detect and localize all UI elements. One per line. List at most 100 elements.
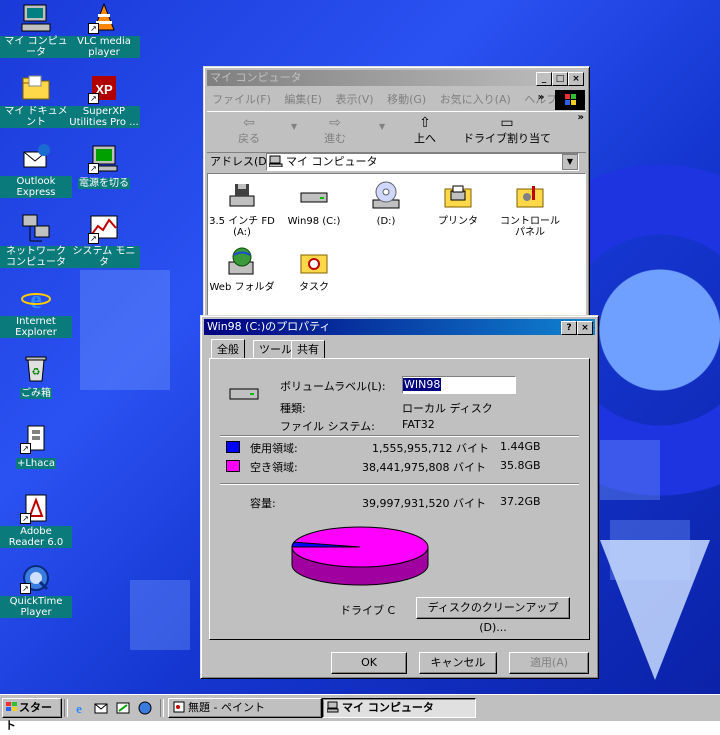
forward-button[interactable]: ⇨ 進む [315, 116, 355, 146]
item-label: プリンタ [438, 216, 478, 227]
task-folder-icon [298, 246, 330, 278]
tab-sharing[interactable]: 共有 [291, 340, 325, 358]
hard-drive-icon [298, 180, 330, 212]
help-button[interactable]: ? [561, 321, 577, 335]
desktop-icon-superxp[interactable]: XP ↗ SuperXP Utilities Pro ... [68, 72, 140, 128]
volume-label-input[interactable]: WIN98 [402, 376, 516, 394]
menu-edit[interactable]: 編集(E) [284, 93, 322, 106]
forward-arrow-icon: ⇨ [329, 115, 341, 131]
quicklaunch-channels-icon[interactable] [138, 701, 152, 715]
minimize-button[interactable]: _ [536, 72, 552, 86]
desktop-icon-label: VLC media player [68, 36, 140, 58]
desktop-icon-outlook[interactable]: Outlook Express [0, 142, 72, 198]
windows-flag-icon [5, 701, 19, 713]
tab-general[interactable]: 全般 [211, 339, 245, 359]
control-panel-folder[interactable]: コントロール パネル [494, 180, 566, 238]
menu-view[interactable]: 表示(V) [335, 93, 373, 106]
menu-favorites[interactable]: お気に入り(A) [440, 93, 511, 106]
desktop-icon-ie[interactable]: e Internet Explorer [0, 282, 72, 338]
bg-square [600, 440, 660, 500]
lhaca-icon: ↗ [20, 422, 52, 454]
explorer-content: 3.5 インチ FD (A:) Win98 (C:) (D:) プリンタ コント… [207, 173, 586, 326]
desktop-icon-shutdown[interactable]: ↗ 電源を切る [68, 142, 140, 189]
menu-file[interactable]: ファイル(F) [212, 93, 271, 106]
type-caption: 種類: [280, 402, 306, 415]
task-button-paint[interactable]: 無題 - ペイント [168, 698, 322, 718]
start-button[interactable]: スタート [2, 698, 62, 732]
tasks-folder[interactable]: タスク [278, 246, 350, 293]
desktop-icon-my-documents[interactable]: マイ ドキュメント [0, 72, 72, 128]
svg-text:♻: ♻ [32, 367, 41, 378]
task-button-my-computer[interactable]: マイ コンピュータ [322, 698, 476, 718]
address-value: マイ コンピュータ [286, 155, 378, 168]
capacity-caption: 容量: [250, 497, 276, 510]
ok-button[interactable]: OK [331, 652, 407, 674]
properties-titlebar[interactable]: Win98 (C:)のプロパティ ? × [204, 319, 595, 335]
web-folders[interactable]: Web フォルダ [206, 246, 278, 293]
shortcut-arrow-icon: ↗ [88, 23, 99, 34]
cancel-button[interactable]: キャンセル [419, 652, 497, 674]
used-gb: 1.44GB [500, 440, 541, 453]
filesystem-caption: ファイル システム: [280, 420, 375, 433]
back-dropdown-icon[interactable]: ▼ [291, 122, 297, 131]
printers-folder[interactable]: プリンタ [422, 180, 494, 227]
explorer-titlebar[interactable]: マイ コンピュータ _ □ × [207, 70, 586, 86]
desktop-icon-my-computer[interactable]: マイ コンピュータ [0, 2, 72, 58]
bg-v-logo [600, 540, 710, 680]
volume-label-caption: ボリュームラベル(L): [280, 380, 386, 393]
back-button[interactable]: ⇦ 戻る [229, 116, 269, 146]
explorer-window[interactable]: マイ コンピュータ _ □ × ファイル(F) 編集(E) 表示(V) 移動(G… [203, 66, 590, 330]
back-arrow-icon: ⇦ [243, 115, 255, 131]
map-drive-button[interactable]: ▭ ドライブ割り当て [459, 116, 555, 146]
desktop-icon-system-monitor[interactable]: ↗ システム モニタ [68, 212, 140, 268]
desktop-icon-lhaca[interactable]: ↗ +Lhaca [0, 422, 72, 469]
taskbar-divider [160, 699, 164, 717]
close-button[interactable]: × [568, 72, 584, 86]
quicklaunch-desktop-icon[interactable] [116, 701, 130, 715]
up-button[interactable]: ⇧ 上へ [405, 116, 445, 146]
back-label: 戻る [238, 132, 260, 145]
close-button[interactable]: × [577, 321, 593, 335]
drive-c[interactable]: Win98 (C:) [278, 180, 350, 227]
forward-dropdown-icon[interactable]: ▼ [379, 122, 385, 131]
desktop-icon-adobe-reader[interactable]: ↗ Adobe Reader 6.0 [0, 492, 72, 548]
up-label: 上へ [414, 132, 436, 145]
desktop-icon-network[interactable]: ネットワーク コンピュータ [0, 212, 72, 268]
shortcut-arrow-icon: ↗ [88, 163, 99, 174]
desktop-icon-recycle-bin[interactable]: ♻ ごみ箱 [0, 352, 72, 399]
address-label: アドレス(D) [210, 155, 272, 168]
menu-go[interactable]: 移動(G) [387, 93, 426, 106]
filesystem-value: FAT32 [402, 418, 435, 431]
quicklaunch-ie-icon[interactable]: e [72, 701, 86, 716]
desktop-icon-quicktime[interactable]: ↗ QuickTime Player [0, 562, 72, 618]
floppy-drive-icon [226, 180, 258, 212]
toolbar-chevron-icon[interactable]: » [578, 112, 584, 123]
apply-button[interactable]: 適用(A) [509, 652, 589, 674]
desktop-icon-vlc[interactable]: ↗ VLC media player [68, 2, 140, 58]
outlook-icon [20, 142, 52, 174]
computer-icon [20, 2, 52, 34]
quicklaunch-outlook-icon[interactable] [94, 701, 108, 715]
properties-dialog[interactable]: Win98 (C:)のプロパティ ? × 全般 ツール 共有 ボリュームラベル(… [200, 315, 599, 679]
address-field[interactable]: マイ コンピュータ ▼ [266, 153, 579, 171]
tab-panel: ボリュームラベル(L): WIN98 種類: ローカル ディスク ファイル シス… [209, 358, 590, 640]
drive-floppy-a[interactable]: 3.5 インチ FD (A:) [206, 180, 278, 238]
desktop-icon-label: マイ コンピュータ [0, 36, 72, 58]
item-label: Win98 (C:) [287, 216, 341, 227]
shortcut-arrow-icon: ↗ [88, 93, 99, 104]
disk-cleanup-button[interactable]: ディスクのクリーンアップ(D)... [416, 597, 570, 634]
computer-small-icon [326, 701, 339, 713]
forward-label: 進む [324, 132, 346, 145]
maximize-button[interactable]: □ [552, 72, 568, 86]
chevron-right-icon[interactable]: » [538, 92, 544, 103]
computer-small-icon [268, 155, 283, 168]
cd-drive-icon [370, 180, 402, 212]
address-dropdown-button[interactable]: ▼ [562, 154, 578, 170]
dialog-title: Win98 (C:)のプロパティ [207, 320, 331, 333]
taskbar: スタート e 無題 - ペイント マイ コンピュータ [0, 694, 720, 732]
free-gb: 35.8GB [500, 459, 541, 472]
superxp-icon: XP ↗ [88, 72, 120, 104]
desktop-icon-label: システム モニタ [68, 246, 140, 268]
drive-d[interactable]: (D:) [350, 180, 422, 227]
menu-bar: ファイル(F) 編集(E) 表示(V) 移動(G) お気に入り(A) ヘルプ [212, 91, 567, 109]
